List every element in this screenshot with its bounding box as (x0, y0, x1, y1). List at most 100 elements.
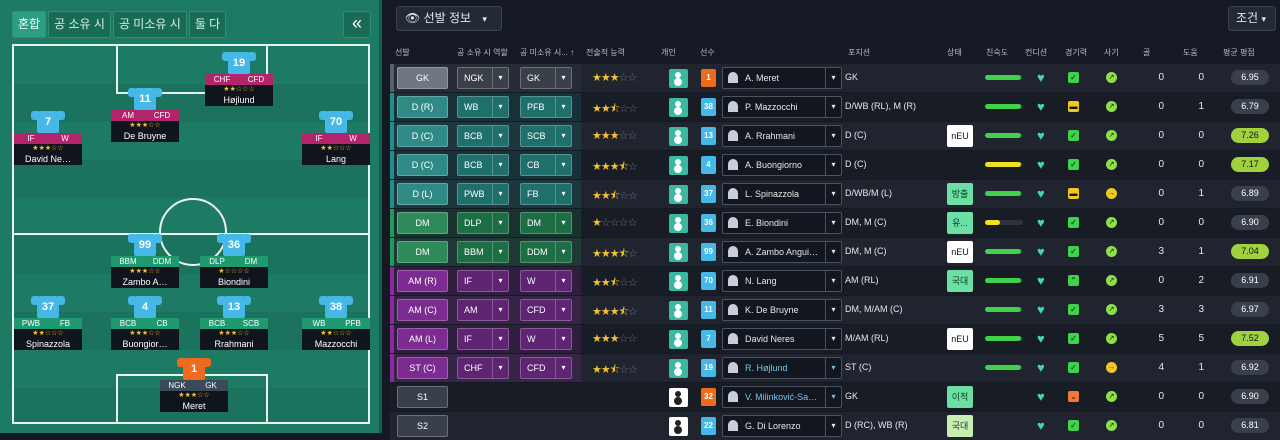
out-possession-role-select[interactable]: W ▾ (520, 328, 572, 350)
pitch-player-card[interactable]: 1 NGK GK ★★★☆☆ Meret (160, 358, 228, 412)
pitch-tab[interactable]: 공 미소유 시 (112, 11, 187, 38)
person-icon[interactable] (669, 243, 688, 262)
player-select[interactable]: A. Rrahmani ▾ (722, 125, 842, 147)
out-possession-role-select[interactable]: CFD ▾ (520, 299, 572, 321)
table-row[interactable]: D (R) WB ▾ PFB ▾ ★★⯪☆☆ 38 P. Mazzocchi ▾ D/WB (RL… (390, 93, 1280, 121)
col-average-rating[interactable]: 평균 평점 (1223, 47, 1255, 58)
out-possession-role-select[interactable]: SCB ▾ (520, 125, 572, 147)
table-row[interactable]: D (C) BCB ▾ SCB ▾ ★★★☆☆ 13 A. Rrahmani ▾ D (C) nEU… (390, 122, 1280, 150)
pitch-tab[interactable]: 혼합 (12, 11, 47, 38)
status-badge[interactable]: 국대 (947, 415, 973, 437)
lineup-position-chip[interactable]: S2 (397, 415, 448, 437)
col-goals[interactable]: 골 (1143, 47, 1150, 58)
in-possession-role-select[interactable]: BCB ▾ (457, 154, 509, 176)
col-personal[interactable]: 개인 (661, 47, 676, 58)
player-select[interactable]: A. Buongiorno ▾ (722, 154, 842, 176)
out-possession-role-select[interactable]: DDM ▾ (520, 241, 572, 263)
person-icon[interactable] (669, 272, 688, 291)
lineup-position-chip[interactable]: ST (C) (397, 357, 448, 379)
person-icon[interactable] (669, 388, 688, 407)
table-row[interactable]: DM BBM ▾ DDM ▾ ★★★⯪☆ 99 A. Zambo Angui… ▾ DM, M (… (390, 238, 1280, 266)
pitch-player-card[interactable]: 13 BCB SCB ★★★☆☆ Rrahmani (200, 296, 268, 350)
col-condition[interactable]: 컨디션 (1025, 47, 1047, 58)
status-badge[interactable]: nEU (947, 328, 973, 350)
filter-dropdown[interactable]: 조건 ▾ (1228, 6, 1276, 31)
lineup-position-chip[interactable]: AM (R) (397, 270, 448, 292)
status-badge[interactable]: 국대 (947, 270, 973, 292)
pitch-player-card[interactable]: 11 AM CFD ★★★☆☆ De Bruyne (111, 88, 179, 142)
pitch-player-card[interactable]: 36 DLP DM ★☆☆☆☆ Biondini (200, 234, 268, 288)
in-possession-role-select[interactable]: IF ▾ (457, 270, 509, 292)
player-select[interactable]: P. Mazzocchi ▾ (722, 96, 842, 118)
lineup-position-chip[interactable]: D (C) (397, 125, 448, 147)
out-possession-role-select[interactable]: GK ▾ (520, 67, 572, 89)
pitch-player-card[interactable]: 99 BBM DDM ★★★☆☆ Zambo A… (111, 234, 179, 288)
person-icon[interactable] (669, 98, 688, 117)
out-possession-role-select[interactable]: CFD ▾ (520, 357, 572, 379)
player-select[interactable]: G. Di Lorenzo ▾ (722, 415, 842, 437)
lineup-position-chip[interactable]: AM (C) (397, 299, 448, 321)
person-icon[interactable] (669, 127, 688, 146)
col-familiarity[interactable]: 친숙도 (986, 47, 1008, 58)
lineup-position-chip[interactable]: AM (L) (397, 328, 448, 350)
collapse-panel-button[interactable]: « (343, 11, 371, 38)
pitch-tab[interactable]: 공 소유 시 (48, 11, 111, 38)
player-select[interactable]: A. Meret ▾ (722, 67, 842, 89)
status-badge[interactable]: 유... (947, 212, 973, 234)
status-badge[interactable]: 이적 (947, 386, 973, 408)
in-possession-role-select[interactable]: WB ▾ (457, 96, 509, 118)
player-select[interactable]: A. Zambo Angui… ▾ (722, 241, 842, 263)
col-tactical-ability[interactable]: 전술적 능력 (586, 47, 625, 58)
status-badge[interactable]: nEU (947, 241, 973, 263)
pitch-player-card[interactable]: 7 IF W ★★★☆☆ David Ne… (14, 111, 82, 165)
lineup-position-chip[interactable]: GK (397, 67, 448, 89)
in-possession-role-select[interactable]: AM ▾ (457, 299, 509, 321)
lineup-position-chip[interactable]: S1 (397, 386, 448, 408)
player-select[interactable]: E. Biondini ▾ (722, 212, 842, 234)
out-possession-role-select[interactable]: CB ▾ (520, 154, 572, 176)
player-select[interactable]: V. Milinković-Sa… ▾ (722, 386, 842, 408)
person-icon[interactable] (669, 301, 688, 320)
lineup-position-chip[interactable]: D (C) (397, 154, 448, 176)
pitch-player-card[interactable]: 4 BCB CB ★★★☆☆ Buongior… (111, 296, 179, 350)
in-possession-role-select[interactable]: BBM ▾ (457, 241, 509, 263)
person-icon[interactable] (669, 69, 688, 88)
lineup-view-dropdown[interactable]: 👁 선발 정보 ▾ (396, 6, 502, 31)
in-possession-role-select[interactable]: BCB ▾ (457, 125, 509, 147)
status-badge[interactable]: nEU (947, 125, 973, 147)
col-assists[interactable]: 도움 (1183, 47, 1198, 58)
lineup-position-chip[interactable]: DM (397, 241, 448, 263)
in-possession-role-select[interactable]: PWB ▾ (457, 183, 509, 205)
table-row[interactable]: ST (C) CHF ▾ CFD ▾ ★★⯪☆☆ 19 R. Højlund ▾ ST (C) ♥ ✓… (390, 354, 1280, 382)
player-select[interactable]: L. Spinazzola ▾ (722, 183, 842, 205)
out-possession-role-select[interactable]: FB ▾ (520, 183, 572, 205)
pitch-tab[interactable]: 둘 다 (188, 11, 227, 38)
in-possession-role-select[interactable]: NGK ▾ (457, 67, 509, 89)
col-morale[interactable]: 사기 (1104, 47, 1119, 58)
col-status[interactable]: 상태 (947, 47, 962, 58)
person-icon[interactable] (669, 185, 688, 204)
table-row[interactable]: DM DLP ▾ DM ▾ ★☆☆☆☆ 36 E. Biondini ▾ DM, M (C) 유..… (390, 209, 1280, 237)
col-out-possession-role[interactable]: 공 미소유 시... ↑ (520, 47, 574, 58)
pitch-player-card[interactable]: 38 WB PFB ★★☆☆☆ Mazzocchi (302, 296, 370, 350)
out-possession-role-select[interactable]: PFB ▾ (520, 96, 572, 118)
player-select[interactable]: David Neres ▾ (722, 328, 842, 350)
lineup-position-chip[interactable]: D (L) (397, 183, 448, 205)
player-select[interactable]: N. Lang ▾ (722, 270, 842, 292)
person-icon[interactable] (669, 214, 688, 233)
col-player[interactable]: 선수 (700, 47, 715, 58)
out-possession-role-select[interactable]: W ▾ (520, 270, 572, 292)
person-icon[interactable] (669, 359, 688, 378)
table-row[interactable]: D (C) BCB ▾ CB ▾ ★★★⯪☆ 4 A. Buongiorno ▾ D (C) ♥ ✓ ↗… (390, 151, 1280, 179)
out-possession-role-select[interactable]: DM ▾ (520, 212, 572, 234)
pitch-player-card[interactable]: 19 CHF CFD ★★☆☆☆ Højlund (205, 52, 273, 106)
table-row[interactable]: AM (R) IF ▾ W ▾ ★★⯪☆☆ 70 N. Lang ▾ AM (RL) 국대 ♥ ⌃ ↗ 0 2… (390, 267, 1280, 295)
col-position[interactable]: 포지션 (848, 47, 870, 58)
table-row[interactable]: S1 32 V. Milinković-Sa… ▾ GK 이적 ♥ ⌄ ↗ 0 0 6.90 (390, 383, 1280, 411)
player-select[interactable]: R. Højlund ▾ (722, 357, 842, 379)
lineup-position-chip[interactable]: D (R) (397, 96, 448, 118)
person-icon[interactable] (669, 417, 688, 436)
col-in-possession-role[interactable]: 공 소유 시 역할 (457, 47, 508, 58)
table-row[interactable]: D (L) PWB ▾ FB ▾ ★★⯪☆☆ 37 L. Spinazzola ▾ D/WB/M … (390, 180, 1280, 208)
in-possession-role-select[interactable]: DLP ▾ (457, 212, 509, 234)
